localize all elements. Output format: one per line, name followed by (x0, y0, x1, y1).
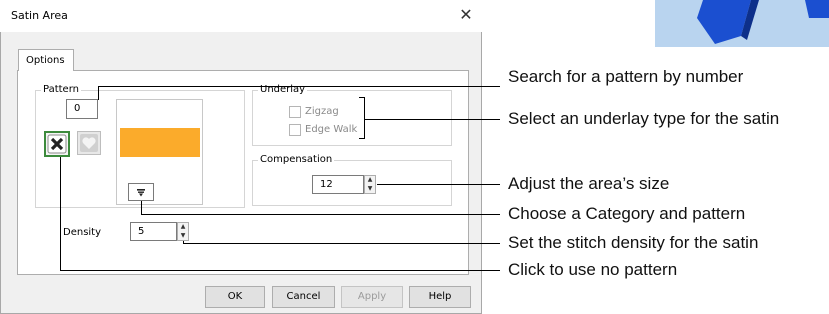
compensation-spinner[interactable]: ▲ ▼ (364, 175, 376, 194)
edge-walk-label: Edge Walk (305, 124, 358, 135)
leader-line (183, 243, 500, 244)
heart-icon (80, 134, 98, 152)
dialog-title: Satin Area (11, 9, 68, 22)
callout-underlay: Select an underlay type for the satin (508, 109, 780, 128)
leader-line (98, 86, 500, 87)
help-button[interactable]: Help (409, 286, 471, 308)
density-input[interactable]: 5 (130, 222, 177, 241)
spin-down-icon[interactable]: ▼ (365, 185, 375, 194)
callout-no-pattern: Click to use no pattern (508, 260, 678, 279)
leader-line (141, 201, 142, 214)
funnel-icon (137, 189, 145, 197)
pattern-legend: Pattern (41, 84, 81, 96)
leader-line (364, 119, 500, 120)
spin-down-icon[interactable]: ▼ (178, 232, 188, 241)
apply-button[interactable]: Apply (341, 286, 403, 308)
pattern-number-input[interactable]: 0 (66, 99, 98, 119)
leader-line (377, 184, 500, 185)
leader-line (98, 86, 99, 100)
leader-bracket (359, 97, 365, 98)
density-spinner[interactable]: ▲ ▼ (177, 222, 189, 241)
leader-bracket (359, 138, 365, 139)
edge-walk-checkbox[interactable] (289, 124, 301, 136)
zigzag-checkbox[interactable] (289, 106, 301, 118)
no-pattern-button[interactable] (44, 131, 70, 157)
ok-button[interactable]: OK (205, 286, 265, 308)
close-icon[interactable]: ✕ (456, 5, 476, 25)
cancel-button[interactable]: Cancel (272, 286, 335, 308)
leader-line (60, 270, 500, 271)
pattern-swatch[interactable] (120, 128, 200, 157)
leader-bracket (364, 97, 365, 139)
callout-search-pattern: Search for a pattern by number (508, 67, 744, 86)
heart-pattern-button[interactable] (77, 131, 101, 155)
tab-options[interactable]: Options (18, 49, 74, 71)
underlay-group (252, 90, 452, 146)
dialog-titlebar (0, 0, 482, 32)
category-pattern-button[interactable] (128, 183, 154, 201)
leader-line (60, 157, 61, 270)
zigzag-label: Zigzag (305, 106, 339, 117)
leader-line (141, 214, 500, 215)
compensation-legend: Compensation (258, 154, 335, 166)
density-label: Density (63, 227, 102, 238)
spin-up-icon[interactable]: ▲ (178, 223, 188, 232)
embroidery-sample-image (655, 0, 829, 47)
spin-up-icon[interactable]: ▲ (365, 176, 375, 185)
callout-category: Choose a Category and pattern (508, 204, 746, 223)
callout-size: Adjust the area’s size (508, 174, 670, 193)
compensation-input[interactable]: 12 (312, 175, 364, 194)
x-mark-icon (47, 134, 67, 154)
callout-density: Set the stitch density for the satin (508, 233, 759, 252)
